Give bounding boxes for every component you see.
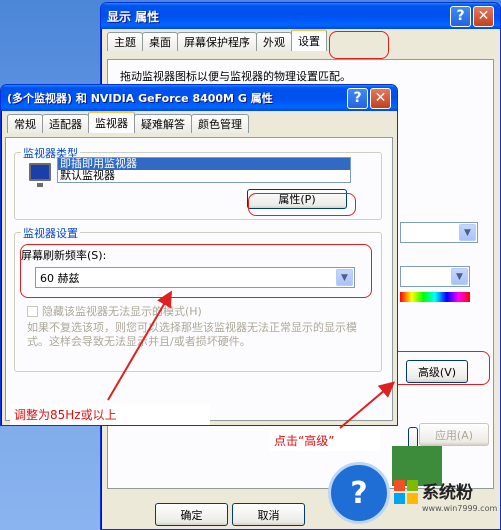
window-title: (多个监视器) 和 NVIDIA GeForce 8400M G 属性	[7, 92, 273, 105]
close-button[interactable]: ✕	[370, 87, 391, 109]
list-item[interactable]: 默认监视器	[58, 170, 350, 182]
refresh-rate-highlight-ring	[20, 244, 372, 298]
tab-screensaver[interactable]: 屏幕保护程序	[177, 32, 257, 51]
hide-modes-description: 如果不复选该项，则您可以选择那些该监视器无法正常显示的显示模式。这样会导致无法显…	[27, 321, 357, 348]
ok-button[interactable]: 确定	[155, 503, 228, 526]
advanced-highlight-ring	[389, 351, 490, 385]
adapter-properties-window: (多个监视器) 和 NVIDIA GeForce 8400M G 属性 ? ✕ …	[0, 84, 398, 426]
watermark-logo-icon	[394, 480, 418, 504]
close-button[interactable]: ✕	[473, 5, 494, 27]
watermark-bubble-icon: ?	[328, 462, 390, 524]
chevron-down-icon: ▼	[451, 268, 468, 285]
tab-desktop[interactable]: 桌面	[142, 32, 178, 51]
tab-general[interactable]: 常规	[7, 114, 43, 133]
watermark-url: www.win7999.com	[422, 504, 498, 513]
hide-modes-checkbox-row[interactable]: 隐藏该监视器无法显示的模式(H)	[27, 303, 202, 319]
monitor-icon	[29, 163, 51, 187]
left-annotation-note: 调整为85Hz或以上	[10, 404, 210, 425]
chevron-down-icon: ▼	[459, 224, 476, 241]
watermark: ? 系统粉 www.win7999.com	[328, 460, 501, 530]
tab-monitor[interactable]: 监视器	[88, 111, 135, 133]
hide-modes-label: 隐藏该监视器无法显示的模式(H)	[42, 305, 202, 318]
display-combo[interactable]: ▼	[400, 222, 478, 243]
tab-appearance[interactable]: 外观	[256, 32, 292, 51]
settings-hint: 拖动监视器图标以便与监视器的物理设置匹配。	[120, 70, 351, 83]
help-button[interactable]: ?	[347, 87, 368, 109]
help-button[interactable]: ?	[450, 5, 471, 27]
tab-theme[interactable]: 主题	[107, 32, 143, 51]
hide-modes-checkbox[interactable]	[27, 305, 38, 317]
display-tabs: 主题 桌面 屏幕保护程序 外观 设置	[101, 29, 500, 51]
color-spectrum-bar	[400, 292, 470, 302]
display-properties-titlebar[interactable]: 显示 属性 ? ✕	[101, 3, 500, 29]
tab-settings[interactable]: 设置	[291, 29, 327, 51]
tab-adapter[interactable]: 适配器	[42, 114, 89, 133]
monitor-settings-label: 监视器设置	[21, 225, 80, 241]
color-quality-combo[interactable]: ▼	[400, 266, 470, 287]
right-annotation-note: 点击“高级”	[270, 430, 380, 451]
tab-troubleshoot[interactable]: 疑难解答	[134, 114, 192, 133]
monitor-type-list[interactable]: 即插即用监视器 默认监视器	[57, 157, 351, 183]
window-title: 显示 属性	[107, 9, 160, 24]
settings-tab-highlight-ring	[329, 31, 389, 59]
adapter-tabs: 常规 适配器 监视器 疑难解答 颜色管理	[1, 111, 397, 133]
cancel-button[interactable]: 取消	[232, 503, 305, 526]
tab-color-management[interactable]: 颜色管理	[191, 114, 249, 133]
apply-button[interactable]: 应用(A)	[419, 423, 489, 446]
watermark-brand: 系统粉	[422, 483, 473, 503]
monitor-panel: 监视器类型 即插即用监视器 默认监视器 属性(P) 监视器设置 屏幕刷新频率(S…	[5, 137, 393, 421]
adapter-properties-titlebar[interactable]: (多个监视器) 和 NVIDIA GeForce 8400M G 属性 ? ✕	[1, 85, 397, 111]
properties-highlight-ring	[248, 193, 356, 216]
